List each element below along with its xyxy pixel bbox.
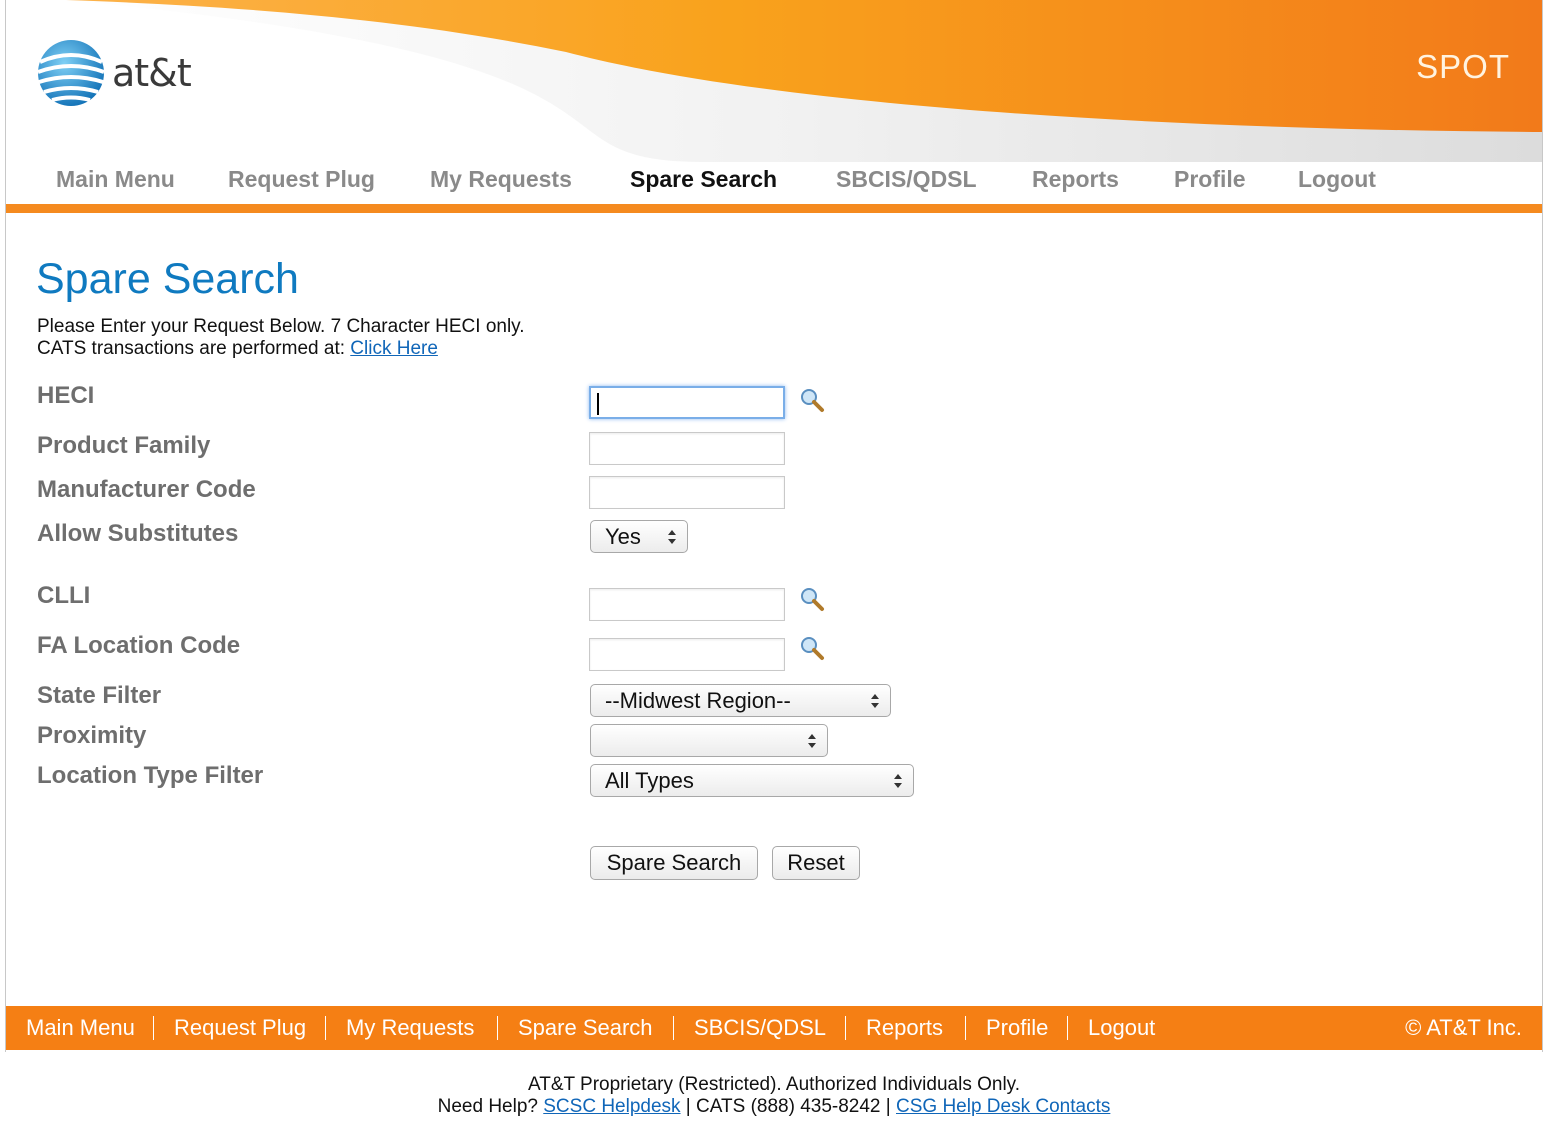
fa-location-code-label: FA Location Code bbox=[37, 632, 241, 659]
select-arrows-icon bbox=[871, 694, 879, 708]
nav-logout[interactable]: Logout bbox=[1298, 166, 1376, 193]
footer-nav: Main Menu Request Plug My Requests Spare… bbox=[6, 1006, 1542, 1050]
location-type-filter-select[interactable]: All Types bbox=[590, 764, 914, 797]
att-logo[interactable]: at&t bbox=[36, 38, 192, 108]
nav-my-requests[interactable]: My Requests bbox=[430, 166, 572, 193]
allow-substitutes-select[interactable]: Yes bbox=[590, 520, 688, 553]
footer-nav-sbcis-qdsl[interactable]: SBCIS/QDSL bbox=[694, 1015, 826, 1041]
location-type-value: All Types bbox=[605, 768, 694, 793]
top-nav: Main Menu Request Plug My Requests Spare… bbox=[6, 162, 1542, 204]
location-type-filter-label: Location Type Filter bbox=[37, 762, 264, 789]
header-banner: at&t SPOT bbox=[6, 0, 1542, 162]
footer-separator bbox=[1067, 1016, 1068, 1040]
nav-request-plug[interactable]: Request Plug bbox=[228, 166, 375, 193]
state-filter-select[interactable]: --Midwest Region-- bbox=[590, 684, 891, 717]
footer-nav-main-menu[interactable]: Main Menu bbox=[26, 1015, 135, 1041]
footer-separator bbox=[965, 1016, 966, 1040]
heci-search-icon[interactable] bbox=[798, 386, 826, 414]
manufacturer-code-input[interactable] bbox=[589, 476, 785, 509]
legal-notice: AT&T Proprietary (Restricted). Authorize… bbox=[527, 1074, 1021, 1095]
spare-search-button[interactable]: Spare Search bbox=[590, 846, 758, 880]
page-frame: at&t SPOT Main Menu Request Plug My Requ… bbox=[5, 0, 1543, 1052]
product-family-label: Product Family bbox=[37, 432, 211, 459]
footer-nav-reports[interactable]: Reports bbox=[866, 1015, 943, 1041]
select-arrows-icon bbox=[668, 530, 676, 544]
state-filter-value: --Midwest Region-- bbox=[605, 688, 791, 713]
intro-text: Please Enter your Request Below. 7 Chara… bbox=[37, 316, 525, 360]
footer-separator bbox=[673, 1016, 674, 1040]
nav-main-menu[interactable]: Main Menu bbox=[56, 166, 175, 193]
allow-substitutes-label: Allow Substitutes bbox=[37, 520, 239, 547]
copyright: © AT&T Inc. bbox=[1405, 1015, 1522, 1040]
footer-separator bbox=[845, 1016, 846, 1040]
product-family-input[interactable] bbox=[589, 432, 785, 465]
footer-nav-profile[interactable]: Profile bbox=[986, 1015, 1048, 1041]
allow-substitutes-value: Yes bbox=[605, 524, 641, 549]
select-arrows-icon bbox=[894, 774, 902, 788]
nav-reports[interactable]: Reports bbox=[1032, 166, 1119, 193]
text-caret bbox=[597, 393, 599, 415]
help-prefix: Need Help? bbox=[437, 1096, 544, 1117]
state-filter-label: State Filter bbox=[37, 682, 162, 709]
footer-nav-request-plug[interactable]: Request Plug bbox=[174, 1015, 306, 1041]
cats-phone-text: | CATS (888) 435-8242 | bbox=[680, 1096, 896, 1117]
nav-sbcis-qdsl[interactable]: SBCIS/QDSL bbox=[836, 166, 977, 193]
intro-line-2: CATS transactions are performed at: Clic… bbox=[37, 338, 525, 360]
fa-location-code-input[interactable] bbox=[589, 638, 785, 671]
header-swoosh bbox=[66, 0, 1542, 162]
select-arrows-icon bbox=[808, 734, 816, 748]
footer-nav-my-requests[interactable]: My Requests bbox=[346, 1015, 474, 1041]
nav-profile[interactable]: Profile bbox=[1174, 166, 1246, 193]
footer-nav-spare-search[interactable]: Spare Search bbox=[518, 1015, 653, 1041]
intro-line-2-text: CATS transactions are performed at: bbox=[37, 338, 351, 359]
heci-input[interactable] bbox=[589, 386, 785, 419]
proximity-select[interactable] bbox=[590, 724, 828, 757]
proximity-label: Proximity bbox=[37, 722, 147, 749]
fa-location-search-icon[interactable] bbox=[798, 634, 826, 662]
app-name: SPOT bbox=[1416, 48, 1510, 85]
cats-click-here-link[interactable]: Click Here bbox=[350, 338, 438, 359]
att-logo-text: at&t bbox=[112, 51, 192, 95]
clli-input[interactable] bbox=[589, 588, 785, 621]
nav-divider bbox=[6, 204, 1542, 213]
clli-label: CLLI bbox=[37, 582, 91, 609]
csg-help-desk-contacts-link[interactable]: CSG Help Desk Contacts bbox=[896, 1096, 1110, 1117]
scsc-helpdesk-link[interactable]: SCSC Helpdesk bbox=[543, 1096, 680, 1117]
heci-label: HECI bbox=[37, 382, 95, 409]
intro-line-1: Please Enter your Request Below. 7 Chara… bbox=[37, 316, 525, 337]
help-line: Need Help? SCSC Helpdesk | CATS (888) 43… bbox=[0, 1096, 1548, 1118]
manufacturer-code-label: Manufacturer Code bbox=[37, 476, 256, 503]
reset-button[interactable]: Reset bbox=[772, 846, 860, 880]
page-title: Spare Search bbox=[36, 255, 299, 303]
footer-separator bbox=[497, 1016, 498, 1040]
footer-separator bbox=[325, 1016, 326, 1040]
clli-search-icon[interactable] bbox=[798, 585, 826, 613]
footer-nav-logout[interactable]: Logout bbox=[1088, 1015, 1155, 1041]
nav-spare-search[interactable]: Spare Search bbox=[630, 166, 777, 193]
footer-separator bbox=[153, 1016, 154, 1040]
att-globe-icon bbox=[37, 40, 105, 106]
